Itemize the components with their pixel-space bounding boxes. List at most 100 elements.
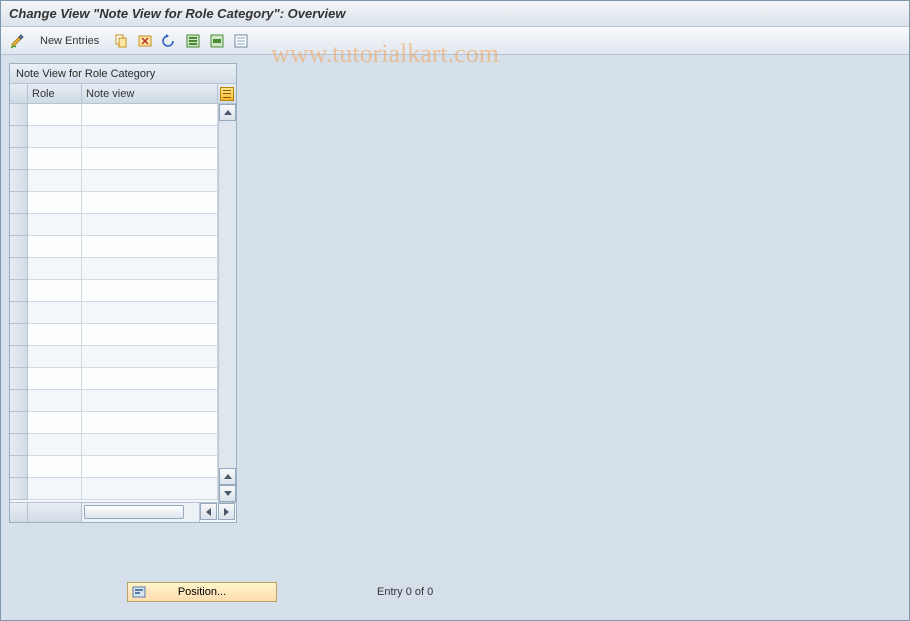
cell-role[interactable] (28, 280, 82, 302)
cell-role[interactable] (28, 170, 82, 192)
role-input[interactable] (31, 214, 78, 235)
row-selector[interactable] (10, 258, 28, 280)
note-view-input[interactable] (85, 214, 214, 235)
row-selector[interactable] (10, 478, 28, 500)
cell-note-view[interactable] (82, 170, 218, 192)
cell-role[interactable] (28, 324, 82, 346)
cell-role[interactable] (28, 214, 82, 236)
role-input[interactable] (31, 456, 78, 477)
role-input[interactable] (31, 390, 78, 411)
row-selector[interactable] (10, 126, 28, 148)
cell-role[interactable] (28, 456, 82, 478)
position-button[interactable]: Position... (127, 582, 277, 602)
cell-note-view[interactable] (82, 302, 218, 324)
cell-note-view[interactable] (82, 148, 218, 170)
cell-role[interactable] (28, 126, 82, 148)
cell-note-view[interactable] (82, 214, 218, 236)
cell-role[interactable] (28, 390, 82, 412)
role-input[interactable] (31, 148, 78, 169)
row-selector[interactable] (10, 456, 28, 478)
role-input[interactable] (31, 126, 78, 147)
scroll-right-button[interactable] (218, 503, 235, 520)
note-view-input[interactable] (85, 104, 214, 125)
note-view-input[interactable] (85, 412, 214, 433)
row-selector[interactable] (10, 390, 28, 412)
scroll-left-button[interactable] (200, 503, 217, 520)
cell-note-view[interactable] (82, 324, 218, 346)
row-selector[interactable] (10, 434, 28, 456)
role-input[interactable] (31, 412, 78, 433)
column-header-role[interactable]: Role (28, 84, 82, 104)
note-view-input[interactable] (85, 148, 214, 169)
vertical-scrollbar[interactable] (218, 104, 236, 502)
role-input[interactable] (31, 236, 78, 257)
cell-role[interactable] (28, 346, 82, 368)
row-selector[interactable] (10, 104, 28, 126)
undo-button[interactable] (158, 31, 180, 51)
cell-note-view[interactable] (82, 346, 218, 368)
cell-note-view[interactable] (82, 280, 218, 302)
row-selector[interactable] (10, 368, 28, 390)
select-all-button[interactable] (182, 31, 204, 51)
role-input[interactable] (31, 324, 78, 345)
hscroll-thumb[interactable] (84, 505, 184, 519)
column-header-note-view[interactable]: Note view (82, 84, 218, 104)
row-selector[interactable] (10, 302, 28, 324)
cell-note-view[interactable] (82, 456, 218, 478)
role-input[interactable] (31, 258, 78, 279)
scroll-track-vertical[interactable] (219, 121, 236, 468)
role-input[interactable] (31, 434, 78, 455)
cell-role[interactable] (28, 478, 82, 500)
note-view-input[interactable] (85, 170, 214, 191)
cell-note-view[interactable] (82, 434, 218, 456)
cell-role[interactable] (28, 104, 82, 126)
role-input[interactable] (31, 302, 78, 323)
note-view-input[interactable] (85, 280, 214, 301)
note-view-input[interactable] (85, 302, 214, 323)
table-config-header[interactable] (218, 84, 236, 104)
note-view-input[interactable] (85, 346, 214, 367)
note-view-input[interactable] (85, 434, 214, 455)
role-input[interactable] (31, 170, 78, 191)
scroll-track-horizontal[interactable] (82, 503, 200, 522)
note-view-input[interactable] (85, 126, 214, 147)
cell-note-view[interactable] (82, 390, 218, 412)
note-view-input[interactable] (85, 258, 214, 279)
horizontal-scrollbar[interactable] (10, 502, 236, 522)
role-input[interactable] (31, 192, 78, 213)
cell-role[interactable] (28, 434, 82, 456)
scroll-down-step-button[interactable] (219, 468, 236, 485)
cell-role[interactable] (28, 236, 82, 258)
row-selector[interactable] (10, 236, 28, 258)
scroll-up-button[interactable] (219, 104, 236, 121)
cell-note-view[interactable] (82, 104, 218, 126)
row-selector-header[interactable] (10, 84, 28, 104)
cell-role[interactable] (28, 192, 82, 214)
new-entries-button[interactable]: New Entries (31, 31, 108, 51)
scroll-down-button[interactable] (219, 485, 236, 502)
row-selector[interactable] (10, 148, 28, 170)
note-view-input[interactable] (85, 390, 214, 411)
note-view-input[interactable] (85, 368, 214, 389)
cell-note-view[interactable] (82, 258, 218, 280)
role-input[interactable] (31, 478, 78, 499)
row-selector[interactable] (10, 412, 28, 434)
role-input[interactable] (31, 368, 78, 389)
cell-role[interactable] (28, 258, 82, 280)
role-input[interactable] (31, 346, 78, 367)
note-view-input[interactable] (85, 192, 214, 213)
row-selector[interactable] (10, 324, 28, 346)
cell-role[interactable] (28, 302, 82, 324)
cell-role[interactable] (28, 368, 82, 390)
deselect-all-button[interactable] (230, 31, 252, 51)
cell-role[interactable] (28, 412, 82, 434)
cell-note-view[interactable] (82, 126, 218, 148)
note-view-input[interactable] (85, 456, 214, 477)
row-selector[interactable] (10, 214, 28, 236)
row-selector[interactable] (10, 280, 28, 302)
note-view-input[interactable] (85, 478, 214, 499)
row-selector[interactable] (10, 346, 28, 368)
row-selector[interactable] (10, 192, 28, 214)
note-view-input[interactable] (85, 236, 214, 257)
cell-note-view[interactable] (82, 236, 218, 258)
